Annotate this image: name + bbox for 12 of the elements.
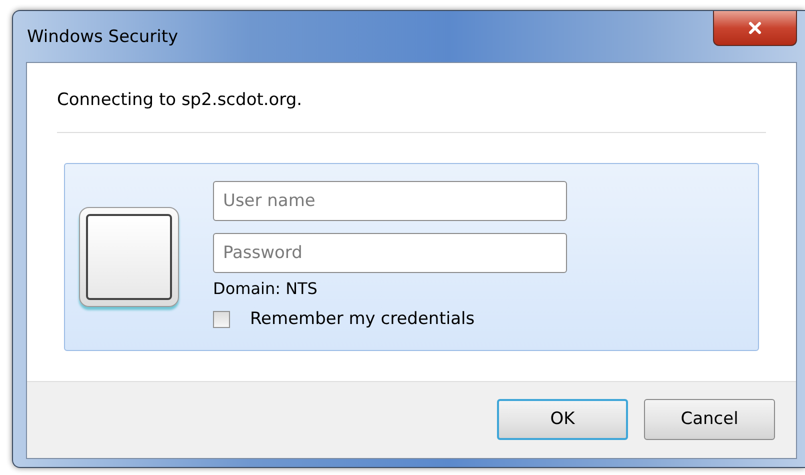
remember-checkbox[interactable] — [213, 311, 230, 328]
username-field[interactable]: User name — [213, 180, 567, 221]
cancel-button[interactable]: Cancel — [644, 399, 775, 440]
close-icon — [746, 19, 764, 37]
remember-label: Remember my credentials — [250, 308, 475, 331]
user-tile-icon — [79, 206, 179, 306]
domain-label: Domain: NTS — [213, 278, 318, 300]
window-title: Windows Security — [27, 26, 178, 49]
close-button[interactable] — [713, 11, 797, 46]
password-field[interactable]: Password — [213, 232, 567, 273]
ok-button[interactable]: OK — [497, 399, 628, 440]
connection-message: Connecting to sp2.scdot.org. — [57, 89, 304, 112]
